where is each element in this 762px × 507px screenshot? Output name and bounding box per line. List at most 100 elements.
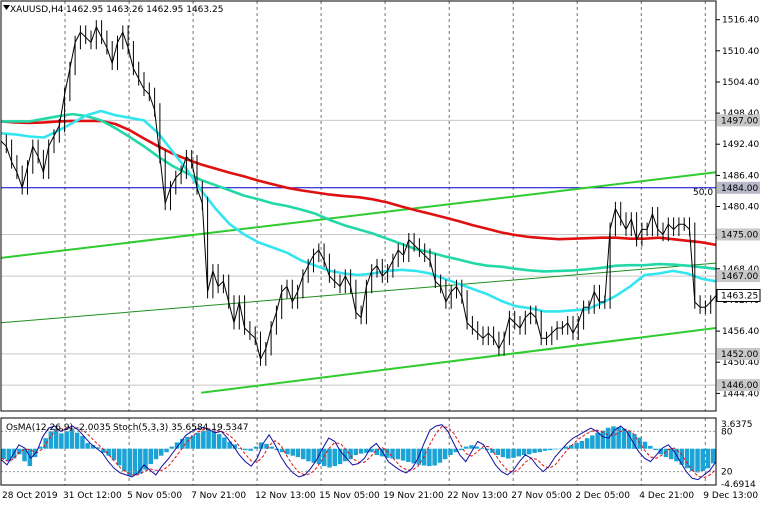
osma-bar <box>537 448 542 453</box>
osma-bar <box>159 448 164 456</box>
osma-bar <box>684 448 690 469</box>
osma-bar <box>458 448 464 451</box>
chart-header-symbol: XAUUSD,H4 <box>10 5 64 15</box>
osma-bar <box>474 446 479 449</box>
osma-bar <box>590 435 595 449</box>
osma-bar <box>463 446 469 449</box>
osma-bar <box>679 448 684 465</box>
osma-bar <box>411 448 416 464</box>
osma-bar <box>705 448 711 469</box>
osma-bar <box>600 430 606 449</box>
time-label: 27 Nov 05:00 <box>511 491 572 501</box>
osma-bar <box>332 448 337 467</box>
osma-bar <box>495 448 500 455</box>
osma-bar <box>169 446 174 449</box>
price-tick-label: 1480.40 <box>722 203 759 213</box>
osma-bar <box>216 434 222 449</box>
time-label: 9 Dec 13:00 <box>703 491 758 501</box>
osma-bar <box>448 448 453 455</box>
osma-bar <box>442 448 448 460</box>
osma-bar <box>195 432 201 449</box>
level-label: 1452.00 <box>721 350 758 360</box>
time-label: 4 Dec 21:00 <box>639 491 694 501</box>
osma-bar <box>253 446 259 449</box>
osma-bar <box>574 443 579 449</box>
current-price-label: 1463.25 <box>721 292 758 302</box>
time-label: 15 Nov 05:00 <box>319 491 380 501</box>
osma-bar <box>111 448 117 460</box>
osc-header-stoch: Stoch(5,3,3) 35.6584 19.5347 <box>113 423 248 433</box>
osma-bar <box>301 448 306 460</box>
osma-bar <box>164 448 169 453</box>
osma-bar <box>584 438 590 449</box>
fib-level-label: 50.0 <box>693 188 713 198</box>
osma-bar <box>243 448 248 451</box>
osma-bar <box>64 431 69 449</box>
osma-bar <box>74 432 80 449</box>
osma-bar <box>248 448 253 451</box>
osma-bar <box>80 436 85 449</box>
time-label: 19 Nov 21:00 <box>383 491 444 501</box>
osma-bar <box>553 448 558 450</box>
osma-bar <box>85 443 90 449</box>
osma-bar <box>527 448 532 455</box>
osma-bar <box>290 448 295 456</box>
osma-bar <box>327 448 332 468</box>
osma-bar <box>353 448 358 455</box>
osma-bar <box>285 448 290 455</box>
osc-header-osma: OsMA(12,26,9) -2.0035 <box>6 423 111 433</box>
osma-bar <box>506 448 511 459</box>
level-label: 1484.00 <box>721 184 758 194</box>
osma-bar <box>511 448 516 458</box>
osma-bar <box>648 445 653 449</box>
osma-bar <box>1 448 6 460</box>
osma-bar <box>117 448 122 466</box>
time-label: 31 Oct 12:00 <box>63 491 122 501</box>
chart: 1516.401510.401504.401498.401492.401486.… <box>0 0 762 507</box>
osma-bar <box>432 448 437 466</box>
time-label: 7 Nov 21:00 <box>191 491 246 501</box>
time-label: 22 Nov 13:00 <box>447 491 508 501</box>
osc-axis-label: 80 <box>721 427 733 437</box>
price-tick-label: 1456.40 <box>722 327 759 337</box>
osma-bar <box>548 448 553 451</box>
price-tick-label: 1516.40 <box>722 16 759 26</box>
osma-bar <box>653 448 658 451</box>
osma-bar <box>306 448 311 462</box>
osma-bar <box>516 448 521 457</box>
osma-bar <box>390 448 395 459</box>
osma-bar <box>479 448 485 449</box>
price-tick-label: 1492.40 <box>722 140 759 150</box>
price-tick-label: 1504.40 <box>722 78 759 88</box>
osma-bar <box>400 448 406 461</box>
osma-bar <box>269 446 274 449</box>
osma-bar <box>153 448 159 460</box>
level-label: 1475.00 <box>721 231 758 241</box>
osma-bar <box>295 448 301 458</box>
osma-bar <box>695 448 700 473</box>
osma-bar <box>579 441 585 449</box>
osma-bar <box>311 448 316 463</box>
osma-bar <box>500 448 506 458</box>
osma-bar <box>700 448 705 471</box>
level-label: 1497.00 <box>721 116 758 126</box>
osma-bar <box>406 448 411 462</box>
osma-bar <box>106 448 111 456</box>
osma-bar <box>358 448 364 454</box>
osma-bar <box>469 445 474 449</box>
osma-bar <box>595 432 600 449</box>
osma-bar <box>542 448 548 451</box>
osma-bar <box>711 448 716 464</box>
osma-bar <box>122 448 127 471</box>
osma-bar <box>395 448 401 460</box>
time-label: 2 Dec 05:00 <box>575 491 630 501</box>
osma-bar <box>185 436 190 449</box>
osma-bar <box>201 430 206 449</box>
osc-axis-label: -4.6914 <box>721 480 756 490</box>
osc-axis-label: 20 <box>721 468 733 478</box>
osma-bar <box>222 437 227 449</box>
osma-bar <box>59 433 64 449</box>
chart-header-ohlc: 1462.95 1463.26 1462.95 1463.25 <box>66 5 223 15</box>
osma-bar <box>642 441 648 449</box>
osma-bar <box>148 448 153 465</box>
